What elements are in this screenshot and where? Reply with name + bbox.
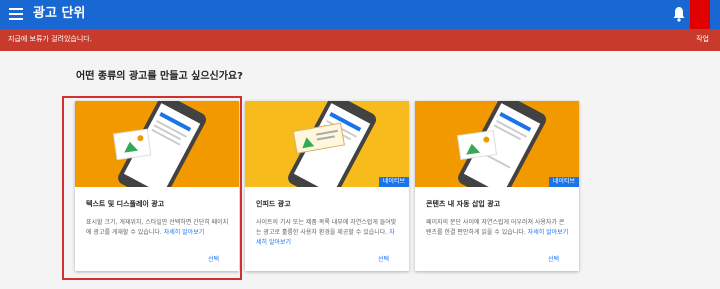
native-badge: 네이티브 — [548, 177, 579, 187]
card-illustration: 네이티브 — [415, 101, 579, 187]
card-description: 표시할 크기, 게재위치, 스타일만 선택하면 간단히 페이지에 광고를 게재할… — [86, 219, 229, 236]
phone-illustration — [415, 101, 579, 187]
ad-type-card-text-display[interactable]: 텍스트 및 디스플레이 광고 표시할 크기, 게재위치, 스타일만 선택하면 간… — [75, 101, 239, 271]
alert-message: 지급에 보류가 걸려있습니다. — [8, 35, 92, 43]
card-title: 텍스트 및 디스플레이 광고 — [86, 200, 165, 208]
bell-icon[interactable] — [672, 6, 686, 22]
card-title: 콘텐츠 내 자동 삽입 광고 — [426, 200, 501, 208]
alert-action-button[interactable]: 작업 — [696, 34, 709, 45]
menu-icon[interactable] — [9, 8, 23, 20]
card-illustration: 네이티브 — [245, 101, 409, 187]
ad-type-card-in-feed[interactable]: 네이티브 인피드 광고 사이트의 기사 또는 제품 목록 내부에 자연스럽게 들… — [245, 101, 409, 271]
select-button[interactable]: 선택 — [378, 254, 389, 263]
card-description: 페이지의 문단 사이에 자연스럽게 어우러져 사용자가 콘텐츠를 한결 편안하게… — [426, 219, 569, 236]
learn-more-link[interactable]: 자세히 알아보기 — [164, 229, 205, 236]
select-button[interactable]: 선택 — [208, 254, 219, 263]
avatar[interactable] — [690, 0, 710, 29]
native-badge: 네이티브 — [378, 177, 409, 187]
phone-illustration — [75, 101, 239, 187]
card-title: 인피드 광고 — [256, 200, 291, 208]
learn-more-link[interactable]: 자세히 알아보기 — [528, 229, 569, 236]
page-title: 광고 단위 — [33, 6, 86, 21]
card-illustration — [75, 101, 239, 187]
top-app-bar: 광고 단위 — [0, 0, 720, 29]
select-button[interactable]: 선택 — [548, 254, 559, 263]
ad-type-card-in-article[interactable]: 네이티브 콘텐츠 내 자동 삽입 광고 페이지의 문단 사이에 자연스럽게 어우… — [415, 101, 579, 271]
alert-banner: 지급에 보류가 걸려있습니다. 작업 — [0, 29, 720, 51]
phone-illustration — [245, 101, 409, 187]
section-question: 어떤 종류의 광고를 만들고 싶으신가요? — [76, 71, 243, 82]
card-description: 사이트의 기사 또는 제품 목록 내부에 자연스럽게 들어맞는 광고로 훌륭한 … — [256, 219, 397, 246]
